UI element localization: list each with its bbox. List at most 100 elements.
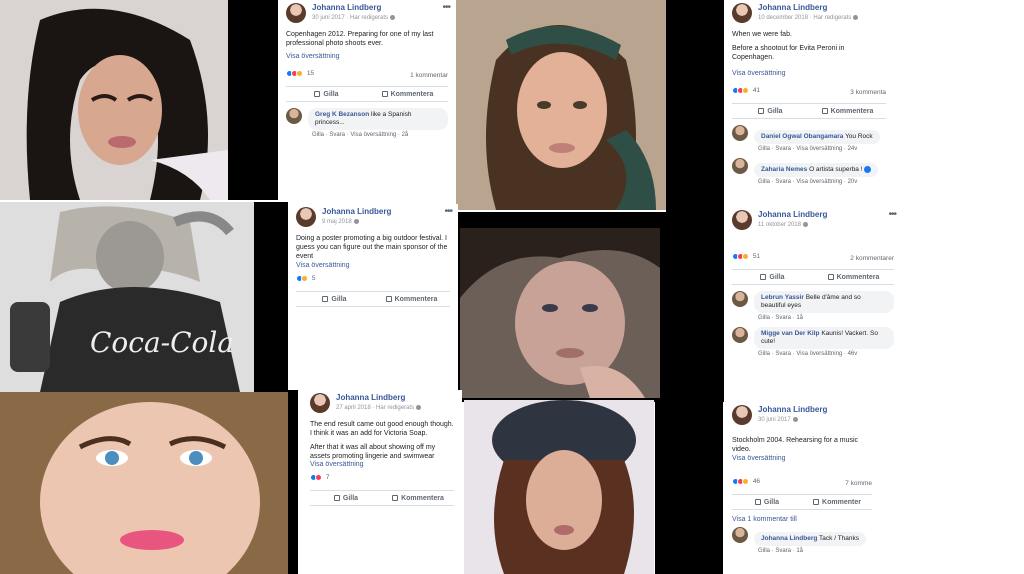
comment-count[interactable]: 1 kommentar bbox=[410, 72, 448, 79]
photo-woman-dark-hair-closeup bbox=[460, 228, 660, 398]
like-button[interactable]: Gilla bbox=[296, 292, 373, 306]
avatar[interactable] bbox=[310, 393, 330, 413]
avatar[interactable] bbox=[732, 158, 748, 174]
facebook-post: Johanna Lindberg 10 december 2018 · Har … bbox=[724, 0, 894, 205]
post-meta: 10 december 2018 · Har redigerats bbox=[758, 15, 859, 21]
friends-icon bbox=[792, 417, 798, 422]
comment-author[interactable]: Johanna Lindberg bbox=[761, 535, 817, 542]
comment-actions[interactable]: Gilla · Svara · Visa översättning · 20v bbox=[754, 179, 886, 185]
comment-actions[interactable]: Gilla · Svara · 1å bbox=[754, 548, 872, 554]
more-options-icon[interactable]: ••• bbox=[442, 2, 450, 13]
avatar[interactable] bbox=[286, 108, 302, 124]
post-text: The end result came out good enough thou… bbox=[310, 421, 454, 460]
post-author[interactable]: Johanna Lindberg bbox=[758, 405, 827, 414]
facebook-post: Johanna Lindberg 30 juni 2017 Stockholm … bbox=[724, 402, 880, 574]
reaction-count: 46 bbox=[752, 478, 761, 485]
wow-reaction-icon bbox=[301, 275, 308, 282]
comment: Migge van Der Kilp Kaunis! Vackert. So c… bbox=[732, 327, 894, 357]
comment-button[interactable]: Kommentera bbox=[809, 104, 886, 118]
thumbs-up-icon bbox=[314, 91, 321, 98]
backdrop bbox=[288, 390, 298, 574]
reaction-summary[interactable]: 7 bbox=[302, 474, 462, 488]
avatar[interactable] bbox=[732, 405, 752, 425]
comment-actions[interactable]: Gilla · Svara · Visa översättning · 2å bbox=[308, 132, 448, 138]
comment: Daniel Ogwal Obangamara You Rock Gilla ·… bbox=[732, 125, 886, 152]
photo-woman-headscarf bbox=[456, 0, 666, 210]
comment-button[interactable]: Kommentera bbox=[382, 491, 454, 505]
thumbs-up-icon bbox=[754, 499, 761, 506]
thumbs-up-icon bbox=[760, 274, 767, 281]
reaction-count: 7 bbox=[325, 474, 330, 481]
comment-bubble: Johanna Lindberg Tack / Thanks bbox=[754, 532, 867, 546]
thumbs-up-icon bbox=[333, 495, 340, 502]
translate-link[interactable]: Visa översättning bbox=[302, 461, 462, 468]
backdrop bbox=[655, 398, 723, 574]
translate-link[interactable]: Visa översättning bbox=[278, 53, 456, 60]
avatar[interactable] bbox=[732, 125, 748, 141]
avatar[interactable] bbox=[732, 527, 748, 543]
thumbs-up-icon bbox=[758, 108, 765, 115]
reaction-count: 5 bbox=[311, 275, 316, 282]
post-author[interactable]: Johanna Lindberg bbox=[336, 393, 405, 402]
reaction-summary[interactable]: 41 3 kommenta bbox=[724, 87, 894, 101]
reaction-summary[interactable]: 46 7 komme bbox=[724, 478, 880, 492]
photo-woman-hat bbox=[464, 400, 654, 574]
translate-link[interactable]: Visa översättning bbox=[288, 262, 458, 269]
comment-count[interactable]: 2 kommentarer bbox=[850, 255, 894, 262]
comment-actions[interactable]: Gilla · Svara · 1å bbox=[754, 315, 894, 321]
more-options-icon[interactable]: ••• bbox=[444, 206, 452, 217]
backdrop bbox=[254, 202, 288, 392]
comment-button[interactable]: Kommentera bbox=[367, 87, 448, 101]
comment-actions[interactable]: Gilla · Svara · Visa översättning · 46v bbox=[754, 351, 894, 357]
comment-author[interactable]: Greg K Bezanson bbox=[315, 111, 369, 118]
avatar[interactable] bbox=[732, 291, 748, 307]
comment-count[interactable]: 7 komme bbox=[845, 480, 872, 487]
comment: Johanna Lindberg Tack / Thanks Gilla · S… bbox=[732, 527, 872, 554]
avatar[interactable] bbox=[732, 3, 752, 23]
avatar[interactable] bbox=[296, 207, 316, 227]
like-button[interactable]: Gilla bbox=[732, 270, 813, 284]
comment-button[interactable]: Kommentera bbox=[813, 270, 894, 284]
translate-link[interactable]: Visa översättning bbox=[724, 70, 894, 77]
post-author[interactable]: Johanna Lindberg bbox=[312, 3, 381, 12]
view-more-comments-link[interactable]: Visa 1 kommentar till bbox=[732, 516, 872, 523]
post-author[interactable]: Johanna Lindberg bbox=[322, 207, 391, 216]
post-author[interactable]: Johanna Lindberg bbox=[758, 210, 827, 219]
comment-bubble: Daniel Ogwal Obangamara You Rock bbox=[754, 130, 880, 144]
backdrop bbox=[666, 0, 724, 230]
reaction-summary[interactable]: 5 bbox=[288, 275, 458, 289]
translate-link[interactable]: Visa översättning bbox=[724, 455, 880, 462]
like-button[interactable]: Gilla bbox=[310, 491, 382, 505]
comment-author[interactable]: Migge van Der Kilp bbox=[761, 330, 820, 337]
post-meta: 9 maj 2018 bbox=[322, 219, 359, 225]
wow-reaction-icon bbox=[742, 87, 749, 94]
reaction-summary[interactable]: 51 2 kommentarer bbox=[724, 253, 902, 267]
comment-actions[interactable]: Gilla · Svara · Visa översättning · 24v bbox=[754, 146, 886, 152]
avatar[interactable] bbox=[286, 3, 306, 23]
comment-author[interactable]: Lebrun Yassir bbox=[761, 294, 804, 301]
photo-woman-blue-eyes bbox=[0, 392, 288, 574]
comment-button[interactable]: Kommentera bbox=[373, 292, 450, 306]
post-text: When we were fab. Before a shootout for E… bbox=[732, 31, 845, 61]
like-button[interactable]: Gilla bbox=[732, 104, 809, 118]
comment-count[interactable]: 3 kommenta bbox=[850, 89, 886, 96]
post-actions: Gilla Kommentera bbox=[732, 269, 894, 285]
avatar[interactable] bbox=[732, 327, 748, 343]
avatar[interactable] bbox=[732, 210, 752, 230]
reaction-count: 15 bbox=[306, 70, 315, 77]
reaction-summary[interactable]: 15 1 kommentar bbox=[278, 70, 456, 84]
photo-woman-glam-makeup bbox=[0, 0, 228, 200]
comment-button[interactable]: Kommenter bbox=[802, 495, 872, 509]
post-text: Copenhagen 2012. Preparing for one of my… bbox=[286, 31, 434, 47]
post-actions: Gilla Kommentera bbox=[732, 103, 886, 119]
comment-author[interactable]: Daniel Ogwal Obangamara bbox=[761, 133, 843, 140]
comment-author[interactable]: Zaharia Nemes bbox=[761, 166, 807, 173]
post-author[interactable]: Johanna Lindberg bbox=[758, 3, 827, 12]
comment-bubble: Migge van Der Kilp Kaunis! Vackert. So c… bbox=[754, 327, 894, 349]
like-reaction-icon bbox=[864, 165, 872, 173]
love-reaction-icon bbox=[315, 474, 322, 481]
like-button[interactable]: Gilla bbox=[286, 87, 367, 101]
comment-icon bbox=[381, 91, 388, 98]
more-options-icon[interactable]: ••• bbox=[888, 209, 896, 220]
like-button[interactable]: Gilla bbox=[732, 495, 802, 509]
